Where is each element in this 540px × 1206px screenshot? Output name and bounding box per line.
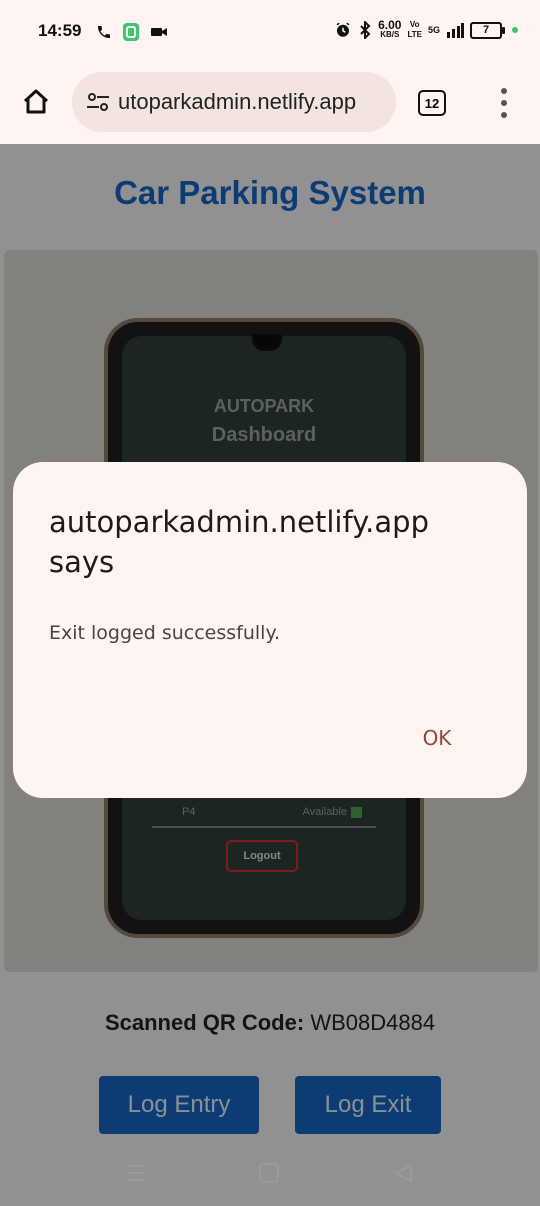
battery-level: 7 [482,23,490,36]
privacy-indicator-dot [512,27,518,33]
net-speed-value: 6.00 [378,18,402,32]
net-speed-unit: KB/S [380,30,400,39]
battery-icon: 7 [470,21,505,39]
volte-bottom: LTE [407,30,422,39]
alert-dialog: autoparkadmin.netlify.app says Exit logg… [13,462,527,798]
browser-toolbar: utoparkadmin.netlify.app 12 [0,62,540,144]
net-speed: 6.00 KB/S [378,18,402,40]
more-menu-button[interactable] [498,88,510,118]
dialog-title: autoparkadmin.netlify.app says [49,505,429,579]
menu-dot [501,100,507,106]
tab-count: 12 [424,95,440,111]
back-button[interactable] [388,1158,418,1188]
video-icon [151,28,167,36]
menu-dot [501,112,507,118]
tabs-button[interactable]: 12 [418,90,446,116]
back-icon [395,1164,412,1182]
volte-indicator: Vo LTE [407,20,422,40]
recents-button[interactable] [121,1158,151,1188]
ok-button[interactable]: OK [411,720,463,756]
bluetooth-icon [360,21,371,39]
address-bar[interactable]: utoparkadmin.netlify.app [72,72,396,132]
phone-call-icon [98,26,110,38]
status-bar: 14:59 6.00 KB/S Vo LTE 5G 7 [0,0,540,62]
url-text: utoparkadmin.netlify.app [118,89,357,114]
status-time: 14:59 [38,21,82,40]
site-settings-button[interactable] [84,92,112,112]
status-right-icons: 6.00 KB/S Vo LTE 5G 7 [334,18,518,40]
recents-icon [127,1165,145,1181]
signal-label: 5G [427,25,440,35]
home-button[interactable] [18,84,54,120]
alarm-icon [336,22,350,37]
system-nav-bar [0,1140,540,1206]
volte-top: Vo [409,20,420,29]
signal-icon [447,23,464,38]
site-settings-icon [87,93,109,111]
whatsapp-icon [123,23,139,41]
home-icon [23,89,49,114]
more-menu-icon [501,88,507,94]
status-left-icons [96,22,168,42]
dialog-message: Exit logged successfully. [49,622,281,644]
home-square-icon [259,1163,279,1183]
home-square-button[interactable] [254,1158,284,1188]
